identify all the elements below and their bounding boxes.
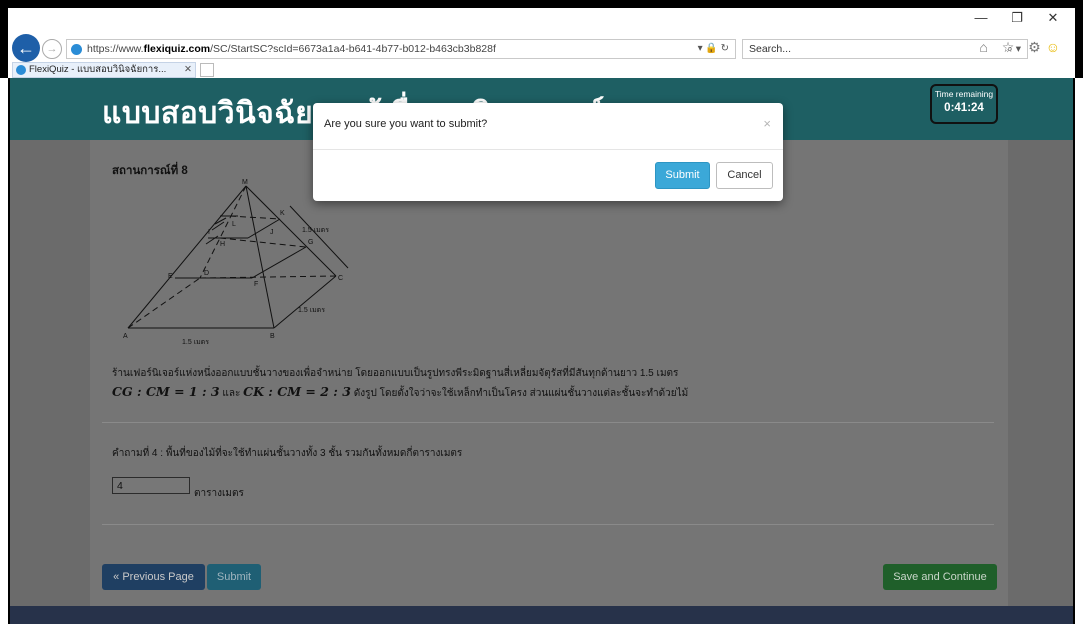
label-K: K: [280, 210, 285, 217]
confirm-submit-dialog: Are you sure you want to submit? × Submi…: [313, 103, 783, 201]
timer-value: 0:41:24: [944, 102, 984, 114]
label-G: G: [308, 239, 313, 246]
timer-label: Time remaining: [934, 89, 994, 99]
edge-length-right: 1.5 เมตร: [298, 307, 325, 314]
scenario-description-rest: ดังรูป โดยตั้งใจว่าจะใช้เหล็กทำเป็นโครง …: [350, 388, 689, 399]
tab-favicon-icon: [16, 65, 26, 75]
top-border: [0, 0, 1083, 8]
question-panel: สถานการณ์ที่ 8 M K L J I G H E D C F A B…: [90, 140, 1008, 624]
conjunction: และ: [219, 388, 244, 399]
close-icon[interactable]: ×: [763, 116, 771, 131]
edge-length-top: 1.5 เมตร: [302, 227, 329, 234]
tab-flexiquiz[interactable]: FlexiQuiz - แบบสอบวินิจฉัยการ... ✕: [12, 62, 196, 78]
search-placeholder: Search...: [749, 43, 792, 55]
edge-AD: [127, 277, 201, 329]
label-E: E: [168, 273, 173, 280]
browser-chrome: — ❐ ✕ ← → https://www.flexiquiz.com/SC/S…: [0, 8, 1083, 78]
answer-unit: ตารางเมตร: [194, 488, 244, 499]
navigation-bar: ← → https://www.flexiquiz.com/SC/StartSC…: [8, 34, 1075, 62]
restore-button[interactable]: ❐: [1009, 10, 1025, 26]
previous-page-button[interactable]: « Previous Page: [102, 564, 205, 590]
answer-input[interactable]: [112, 477, 190, 494]
ratio-ck-cm: CK : CM = 2 : 3: [243, 384, 351, 399]
tab-title: FlexiQuiz - แบบสอบวินิจฉัยการ...: [29, 64, 167, 75]
toolbar-icons[interactable]: ⌂ ☆ ⚙☺: [979, 39, 1065, 56]
label-I: I: [208, 229, 210, 236]
edge-MD: [199, 185, 247, 279]
site-favicon-icon: [71, 44, 82, 55]
question-prompt: คำถามที่ 4 : พื้นที่ของไม้ที่จะใช้ทำแผ่น…: [112, 448, 463, 459]
label-B: B: [270, 333, 275, 340]
label-D: D: [204, 270, 209, 277]
scenario-ratios: CG : CM = 1 : 3 และ CK : CM = 2 : 3 ดังร…: [112, 384, 688, 401]
address-bar[interactable]: https://www.flexiquiz.com/SC/StartSC?scI…: [66, 39, 736, 59]
shelf-FG: [251, 246, 307, 279]
edge-BC: [273, 275, 337, 329]
dialog-header: Are you sure you want to submit? ×: [313, 103, 783, 150]
tab-close-icon[interactable]: ✕: [184, 63, 192, 77]
dialog-submit-button[interactable]: Submit: [655, 162, 710, 189]
divider: [102, 524, 994, 525]
screen: — ❐ ✕ ← → https://www.flexiquiz.com/SC/S…: [0, 0, 1083, 624]
back-arrow-icon[interactable]: ←: [12, 34, 40, 62]
label-A: A: [123, 333, 128, 340]
divider: [102, 422, 994, 423]
label-H: H: [220, 241, 225, 248]
dialog-title: Are you sure you want to submit?: [324, 118, 488, 130]
timer-box: Time remaining 0:41:24: [930, 84, 998, 124]
label-M: M: [242, 179, 248, 186]
label-J: J: [270, 229, 274, 236]
url-path: /SC/StartSC?scId=6673a1a4-b641-4b77-b012…: [210, 43, 496, 55]
url-domain: flexiquiz.com: [143, 43, 211, 55]
url-prefix: https://www.: [87, 43, 144, 55]
dialog-cancel-button[interactable]: Cancel: [716, 162, 773, 189]
label-C: C: [338, 275, 343, 282]
scenario-description: ร้านเฟอร์นิเจอร์แห่งหนึ่งออกแบบชั้นวางขอ…: [112, 368, 679, 379]
tab-bar: FlexiQuiz - แบบสอบวินิจฉัยการ... ✕: [8, 62, 1075, 78]
hatch-2: [211, 221, 225, 231]
edge-length-bottom: 1.5 เมตร: [182, 339, 209, 346]
new-tab-button[interactable]: [200, 63, 214, 77]
page-footer-bar: [10, 606, 1073, 624]
ratio-cg-cm: CG : CM = 1 : 3: [112, 384, 220, 399]
forward-arrow-icon[interactable]: →: [42, 39, 62, 59]
address-actions-icon[interactable]: ▾ 🔒 ↻: [698, 40, 729, 58]
edge-MB: [245, 185, 275, 329]
edge-MA: [127, 185, 247, 329]
home-star-gear-icon[interactable]: ⌂ ☆ ⚙: [979, 39, 1045, 55]
edge-HG: [219, 237, 307, 248]
window-controls: — ❐ ✕: [973, 10, 1061, 26]
close-window-button[interactable]: ✕: [1045, 10, 1061, 26]
label-F: F: [254, 281, 258, 288]
feedback-smile-icon[interactable]: ☺: [1046, 39, 1065, 55]
label-L: L: [232, 221, 236, 228]
minimize-button[interactable]: —: [973, 10, 989, 26]
hatch-3: [205, 235, 219, 245]
save-and-continue-button[interactable]: Save and Continue: [883, 564, 997, 590]
submit-button[interactable]: Submit: [207, 564, 261, 590]
pyramid-figure: M K L J I G H E D C F A B 1.5 เมตร 1.5 เ…: [123, 179, 349, 346]
